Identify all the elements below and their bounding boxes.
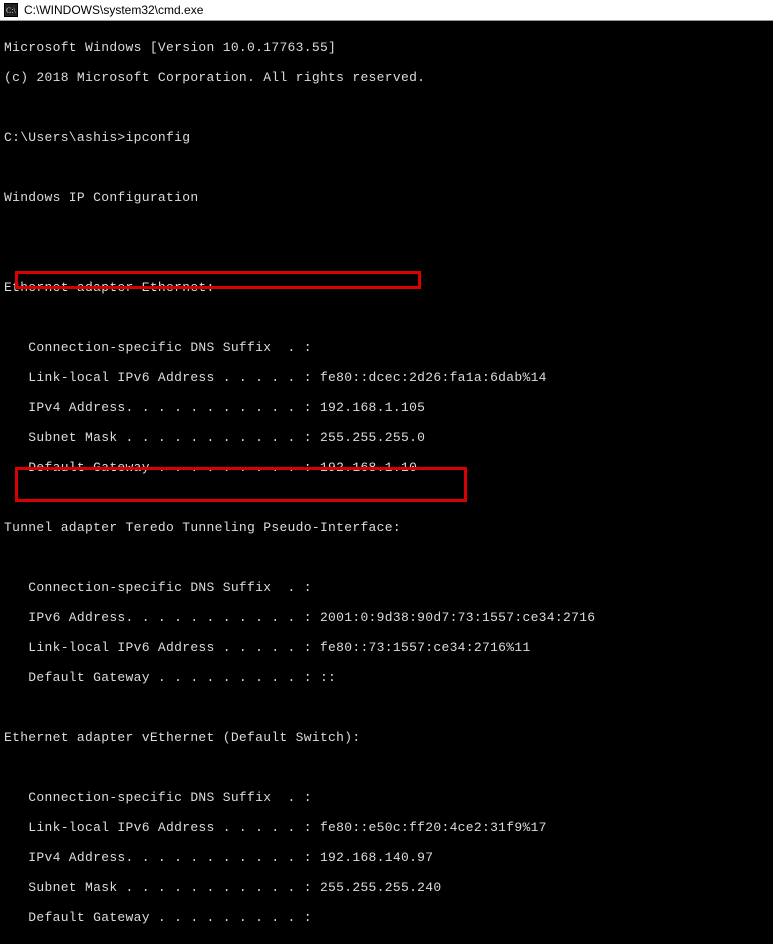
adapter-field: Connection-specific DNS Suffix . : — [4, 340, 769, 355]
adapter-field: Link-local IPv6 Address . . . . . : fe80… — [4, 370, 769, 385]
adapter-field: Default Gateway . . . . . . . . . : :: — [4, 670, 769, 685]
output-line — [4, 700, 769, 715]
output-line: Microsoft Windows [Version 10.0.17763.55… — [4, 40, 769, 55]
output-line — [4, 250, 769, 265]
adapter-field: IPv4 Address. . . . . . . . . . . : 192.… — [4, 400, 769, 415]
adapter-field: IPv6 Address. . . . . . . . . . . : 2001… — [4, 610, 769, 625]
adapter-field: Subnet Mask . . . . . . . . . . . : 255.… — [4, 430, 769, 445]
prompt-line: C:\Users\ashis>ipconfig — [4, 130, 769, 145]
default-gateway-line: Default Gateway . . . . . . . . . : 192.… — [4, 460, 769, 475]
output-line — [4, 550, 769, 565]
output-line — [4, 310, 769, 325]
output-line — [4, 760, 769, 775]
output-line — [4, 100, 769, 115]
output-heading: Windows IP Configuration — [4, 190, 769, 205]
output-line — [4, 160, 769, 175]
adapter-field: Link-local IPv6 Address . . . . . : fe80… — [4, 820, 769, 835]
svg-text:C:\: C:\ — [6, 6, 17, 15]
ipv4-line: IPv4 Address. . . . . . . . . . . : 192.… — [4, 850, 769, 865]
adapter-field: Link-local IPv6 Address . . . . . : fe80… — [4, 640, 769, 655]
output-line: (c) 2018 Microsoft Corporation. All righ… — [4, 70, 769, 85]
adapter-field: Connection-specific DNS Suffix . : — [4, 790, 769, 805]
subnet-mask-line: Subnet Mask . . . . . . . . . . . : 255.… — [4, 880, 769, 895]
cmd-icon: C:\ — [4, 3, 18, 17]
output-line — [4, 490, 769, 505]
adapter-heading: Ethernet adapter vEthernet (Default Swit… — [4, 730, 769, 745]
adapter-heading: Ethernet adapter Ethernet: — [4, 280, 769, 295]
window-title-text: C:\WINDOWS\system32\cmd.exe — [24, 3, 203, 17]
output-line — [4, 220, 769, 235]
adapter-field: Connection-specific DNS Suffix . : — [4, 580, 769, 595]
terminal-output[interactable]: Microsoft Windows [Version 10.0.17763.55… — [0, 21, 773, 944]
window-title-bar[interactable]: C:\ C:\WINDOWS\system32\cmd.exe — [0, 0, 773, 21]
adapter-heading: Tunnel adapter Teredo Tunneling Pseudo-I… — [4, 520, 769, 535]
adapter-field: Default Gateway . . . . . . . . . : — [4, 910, 769, 925]
